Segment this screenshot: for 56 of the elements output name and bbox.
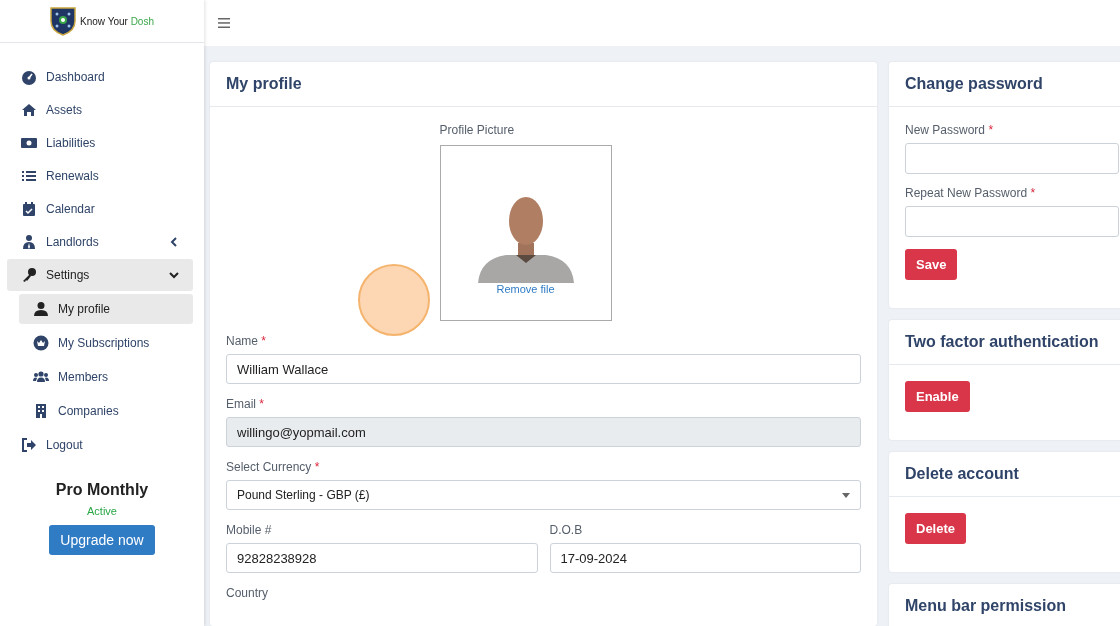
logout-icon	[21, 437, 37, 453]
plan-name: Pro Monthly	[55, 481, 149, 499]
field-label: Email *	[226, 397, 266, 411]
crown-icon	[33, 335, 49, 351]
input-field[interactable]: 17-09-2024	[549, 543, 861, 573]
password-field[interactable]	[905, 143, 1119, 174]
building-icon	[33, 403, 49, 419]
house-icon	[21, 102, 37, 118]
sidebar-item[interactable]: Settings	[7, 259, 193, 291]
field-label: New Password *	[905, 123, 995, 137]
sidebar-item[interactable]: Logout	[7, 429, 193, 461]
card-title: My profile	[210, 62, 877, 107]
field-label: Name *	[226, 334, 268, 348]
picture-dropzone[interactable]: Remove file	[439, 145, 612, 321]
sidebar-item[interactable]: Assets	[7, 94, 193, 126]
card-title: Delete account	[889, 452, 1120, 497]
card-title: Menu bar permission	[889, 584, 1120, 626]
logo-text: Know Your Dosh	[80, 15, 154, 27]
list-icon	[21, 168, 37, 184]
sidebar-item[interactable]: Members	[19, 362, 193, 392]
currency-select[interactable]: Pound Sterling - GBP (£)	[226, 480, 861, 510]
remove-file-link[interactable]: Remove file	[496, 283, 555, 295]
sidebar-item[interactable]: Landlords	[7, 226, 193, 258]
menu-icon[interactable]	[218, 18, 230, 28]
sidebar-item[interactable]: My profile	[19, 294, 193, 324]
gauge-icon	[21, 69, 37, 85]
sidebar-item[interactable]: Liabilities	[7, 127, 193, 159]
field-label: Repeat New Password *	[905, 186, 1037, 200]
upgrade-button[interactable]: Upgrade now	[49, 525, 155, 555]
field-label: Select Currency *	[226, 460, 321, 474]
card-title: Two factor authentication	[889, 320, 1120, 365]
sidebar-item[interactable]: Companies	[19, 396, 193, 426]
users-icon	[33, 369, 49, 385]
sidebar-item[interactable]: Calendar	[7, 193, 193, 225]
action-button[interactable]: Save	[905, 249, 958, 280]
user-icon	[33, 301, 49, 317]
plan-status: Active	[87, 505, 117, 517]
calendar-icon	[21, 201, 37, 217]
sidebar-item[interactable]: Dashboard	[7, 61, 193, 93]
field-label: D.O.B	[549, 523, 584, 537]
field-label: Country	[226, 586, 270, 600]
caret-icon	[842, 492, 850, 498]
sidebar-item[interactable]: My Subscriptions	[19, 328, 193, 358]
field-label: Mobile #	[226, 523, 273, 537]
field-label: Profile Picture	[439, 123, 516, 137]
action-button[interactable]: Enable	[905, 381, 970, 412]
shield-logo-icon	[50, 6, 76, 36]
action-button[interactable]: Delete	[905, 513, 967, 544]
input-field[interactable]: 92828238928	[226, 543, 538, 573]
banknote-icon	[21, 135, 37, 151]
password-field[interactable]	[905, 206, 1119, 237]
person-icon	[21, 234, 37, 250]
input-field[interactable]: William Wallace	[226, 354, 861, 384]
card-title: Change password	[889, 62, 1120, 107]
key-icon	[21, 267, 37, 283]
sidebar-item[interactable]: Renewals	[7, 160, 193, 192]
